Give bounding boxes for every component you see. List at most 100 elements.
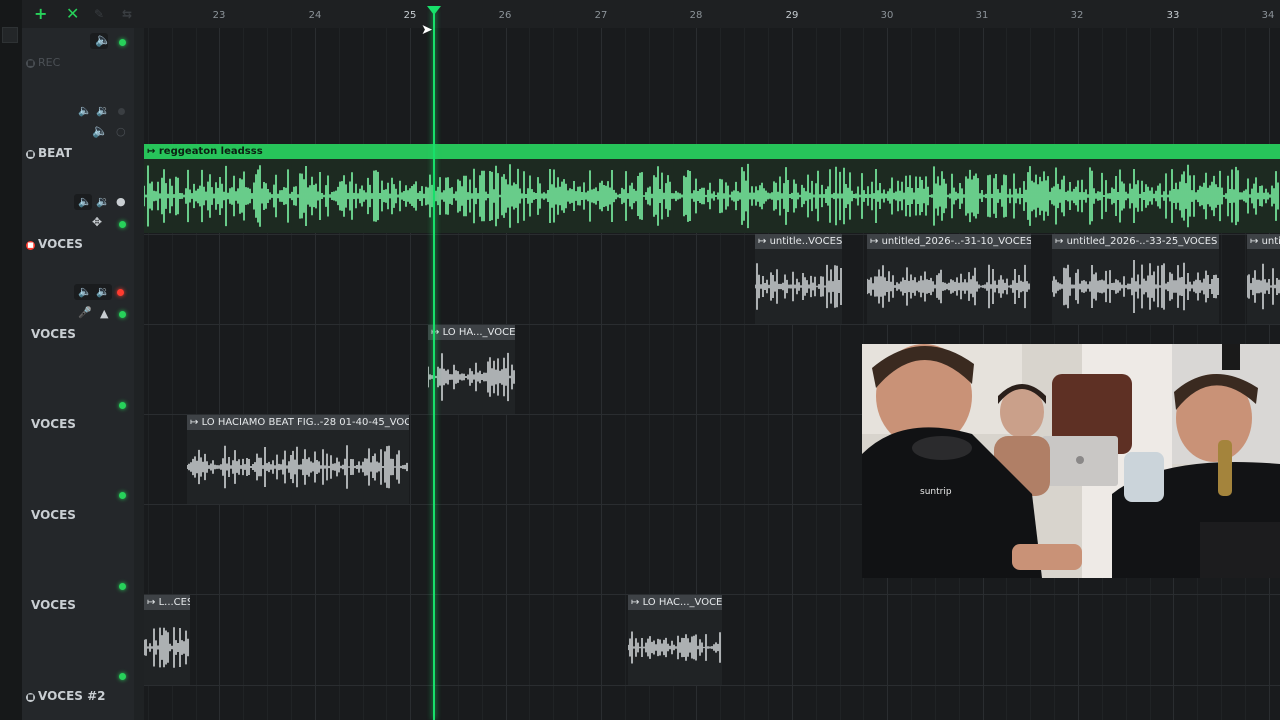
rail-button[interactable] <box>2 27 18 43</box>
grid-line <box>410 28 411 720</box>
pan-arrows-icon[interactable]: ✥ <box>92 216 102 228</box>
lane-divider <box>144 324 1280 325</box>
track-active-led[interactable] <box>119 583 126 590</box>
rec-arm-icon: ■ <box>26 241 35 250</box>
grid-line <box>744 28 745 720</box>
bar-number: 25 <box>403 10 417 21</box>
track-active-led[interactable] <box>119 221 126 228</box>
grid-line <box>196 28 197 720</box>
record-arm-led[interactable] <box>117 289 124 296</box>
bar-number: 32 <box>1070 10 1084 21</box>
webcam-overlay: suntrip <box>862 344 1280 578</box>
waveform <box>187 445 408 489</box>
grid-line <box>625 28 626 720</box>
grid-line <box>219 28 220 720</box>
waveform <box>144 627 189 668</box>
track-name-rec[interactable]: ■ REC <box>26 56 60 69</box>
grid-line <box>840 28 841 720</box>
rec-arm-icon: ■ <box>26 59 35 68</box>
waveform <box>867 264 1030 309</box>
audio-clip[interactable]: ↦ L...CES <box>144 595 190 685</box>
grid-line <box>267 28 268 720</box>
track-name-voces-3[interactable]: VOCES <box>31 508 76 522</box>
grid-line <box>291 28 292 720</box>
waveform <box>1247 263 1280 310</box>
track-name-voces-armed[interactable]: ■ VOCES <box>26 237 83 251</box>
audio-clip-beat[interactable]: ↦ reggeaton leadsss <box>144 144 1280 233</box>
clip-title: ↦ untitled_2026-..-31-10_VOCES <box>867 234 1031 249</box>
waveform <box>755 263 842 310</box>
grid-line <box>768 28 769 720</box>
bar-number: 28 <box>689 10 703 21</box>
track-active-led[interactable] <box>119 673 126 680</box>
audio-clip[interactable]: ↦ untitle..VOCES <box>755 234 842 324</box>
playhead-marker[interactable] <box>427 6 441 15</box>
clip-title: ↦ L...CES <box>144 595 190 610</box>
mouse-cursor-icon: ➤ <box>421 22 433 38</box>
grid-line <box>792 28 793 720</box>
bar-number: 24 <box>308 10 322 21</box>
track-active-led[interactable] <box>119 402 126 409</box>
clip-title: ↦ LO HACIAMO BEAT FIG..-28 01-40-45_VOCE… <box>187 415 409 430</box>
audio-clip[interactable]: ↦ unti <box>1247 234 1280 324</box>
track-name-voces-4[interactable]: VOCES <box>31 598 76 612</box>
grid-line <box>601 28 602 720</box>
x-icon[interactable]: ✕ <box>66 4 79 24</box>
audio-clip[interactable]: ↦ LO HA..._VOCES <box>428 325 515 414</box>
bar-number: 31 <box>975 10 989 21</box>
waveform <box>144 163 1279 229</box>
waveform <box>628 631 721 664</box>
track-name-voces-2[interactable]: VOCES <box>31 417 76 431</box>
track-active-led[interactable] <box>119 311 126 318</box>
track-name-beat[interactable]: ■ BEAT <box>26 146 72 160</box>
audio-clip[interactable]: ↦ LO HACIAMO BEAT FIG..-28 01-40-45_VOCE… <box>187 415 409 504</box>
pencil-icon[interactable]: ✎ <box>94 4 104 24</box>
bar-number: 26 <box>498 10 512 21</box>
volume-icon: 🔉 <box>96 195 110 208</box>
grid-line <box>553 28 554 720</box>
speaker-icon: 🔈 <box>78 104 92 117</box>
clip-title: ↦ untitled_2026-..-33-25_VOCES <box>1052 234 1219 249</box>
rec-arm-icon: ■ <box>26 150 35 159</box>
clip-title: ↦ untitle..VOCES <box>755 234 842 249</box>
audio-clip[interactable]: ↦ untitled_2026-..-33-25_VOCES <box>1052 234 1219 324</box>
audio-clip[interactable]: ↦ LO HAC..._VOCES <box>628 595 722 685</box>
waveform <box>1052 260 1219 313</box>
grid-line <box>577 28 578 720</box>
grid-line <box>363 28 364 720</box>
audio-clip[interactable]: ↦ untitled_2026-..-31-10_VOCES <box>867 234 1031 324</box>
plus-icon[interactable]: + <box>34 4 47 24</box>
grid-line <box>386 28 387 720</box>
clip-title: ↦ LO HA..._VOCES <box>428 325 515 340</box>
timeline-ruler[interactable]: 23 24 25 26 27 28 29 30 31 32 33 34 <box>144 0 1280 29</box>
track-led[interactable] <box>118 108 125 115</box>
speaker-icon: 🔈 <box>78 285 92 298</box>
track-headers: 🔈 ■ REC 🔈 🔉 🔈 ○ ■ BEAT 🔈 🔉 ● ✥ ■ VOCES 🔈 🔉 … <box>22 0 142 720</box>
speaker-icon: 🔈 <box>92 124 109 139</box>
record-dot-icon[interactable]: ● <box>116 196 126 208</box>
clip-title: ↦ reggeaton leadsss <box>144 144 1280 159</box>
clip-title: ↦ LO HAC..._VOCES <box>628 595 722 610</box>
waveform <box>428 352 515 402</box>
circle-icon: ○ <box>116 125 126 138</box>
chevron-up-icon[interactable]: ▲ <box>100 308 108 320</box>
track-name-voces-1[interactable]: VOCES <box>31 327 76 341</box>
microphone-icon[interactable]: 🎤 <box>78 307 92 319</box>
link-icon[interactable]: ⇆ <box>122 4 132 24</box>
grid-line <box>816 28 817 720</box>
track-name-voces-5[interactable]: ■ VOCES #2 <box>26 689 106 703</box>
volume-icon: 🔉 <box>96 104 110 117</box>
left-rail <box>0 0 22 720</box>
grid-line <box>529 28 530 720</box>
bar-number: 29 <box>785 10 799 21</box>
bar-number: 33 <box>1166 10 1180 21</box>
bar-number: 30 <box>880 10 894 21</box>
bar-number: 23 <box>212 10 226 21</box>
grid-line <box>339 28 340 720</box>
rec-arm-icon: ■ <box>26 693 35 702</box>
track-active-led[interactable] <box>119 492 126 499</box>
speaker-icon: 🔈 <box>78 195 92 208</box>
speaker-icon: 🔈 <box>95 33 112 48</box>
track-active-led[interactable] <box>119 39 126 46</box>
playhead[interactable] <box>433 9 435 720</box>
